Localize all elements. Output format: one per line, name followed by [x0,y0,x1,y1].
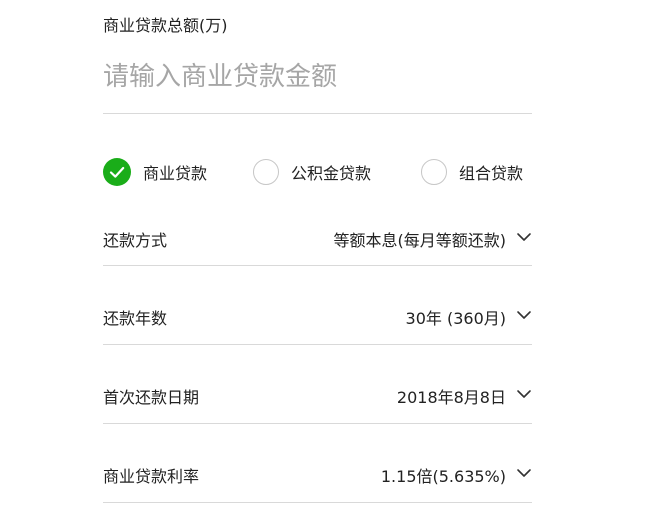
loan-calculator-page: 商业贷款总额(万) 商业贷款 公积金贷款 组合贷款 [0,0,650,520]
loan-type-label: 公积金贷款 [291,164,372,183]
interest-rate-value: 1.15倍(5.635%) [380,467,506,486]
divider [103,423,532,424]
loan-amount-input[interactable] [103,54,532,100]
divider [103,502,532,503]
repayment-method-value: 等额本息(每月等额还款) [333,231,507,250]
repayment-years-label: 还款年数 [103,309,168,328]
divider [103,113,532,114]
interest-rate-row[interactable]: 商业贷款利率 1.15倍(5.635%) [103,455,532,491]
repayment-method-label: 还款方式 [103,231,168,250]
loan-type-combined[interactable]: 组合贷款 [421,156,523,188]
radio-empty-icon [253,159,279,185]
loan-type-label: 组合贷款 [459,164,524,183]
interest-rate-label: 商业贷款利率 [103,467,200,486]
chevron-down-icon [517,469,531,477]
first-payment-date-label: 首次还款日期 [103,388,200,407]
check-circle-icon [103,158,131,186]
divider [103,344,532,345]
repayment-method-row[interactable]: 还款方式 等额本息(每月等额还款) [103,219,532,255]
loan-type-label: 商业贷款 [143,164,208,183]
repayment-years-row[interactable]: 还款年数 30年 (360月) [103,297,532,333]
loan-type-provident-fund[interactable]: 公积金贷款 [253,156,371,188]
loan-type-selector: 商业贷款 公积金贷款 组合贷款 [103,156,532,188]
first-payment-date-value: 2018年8月8日 [396,388,506,407]
divider [103,265,532,266]
chevron-down-icon [517,233,531,241]
first-payment-date-row[interactable]: 首次还款日期 2018年8月8日 [103,376,532,412]
chevron-down-icon [517,311,531,319]
repayment-years-value: 30年 (360月) [405,309,506,328]
loan-type-commercial[interactable]: 商业贷款 [103,156,207,188]
radio-empty-icon [421,159,447,185]
loan-amount-label: 商业贷款总额(万) [103,16,228,35]
chevron-down-icon [517,390,531,398]
